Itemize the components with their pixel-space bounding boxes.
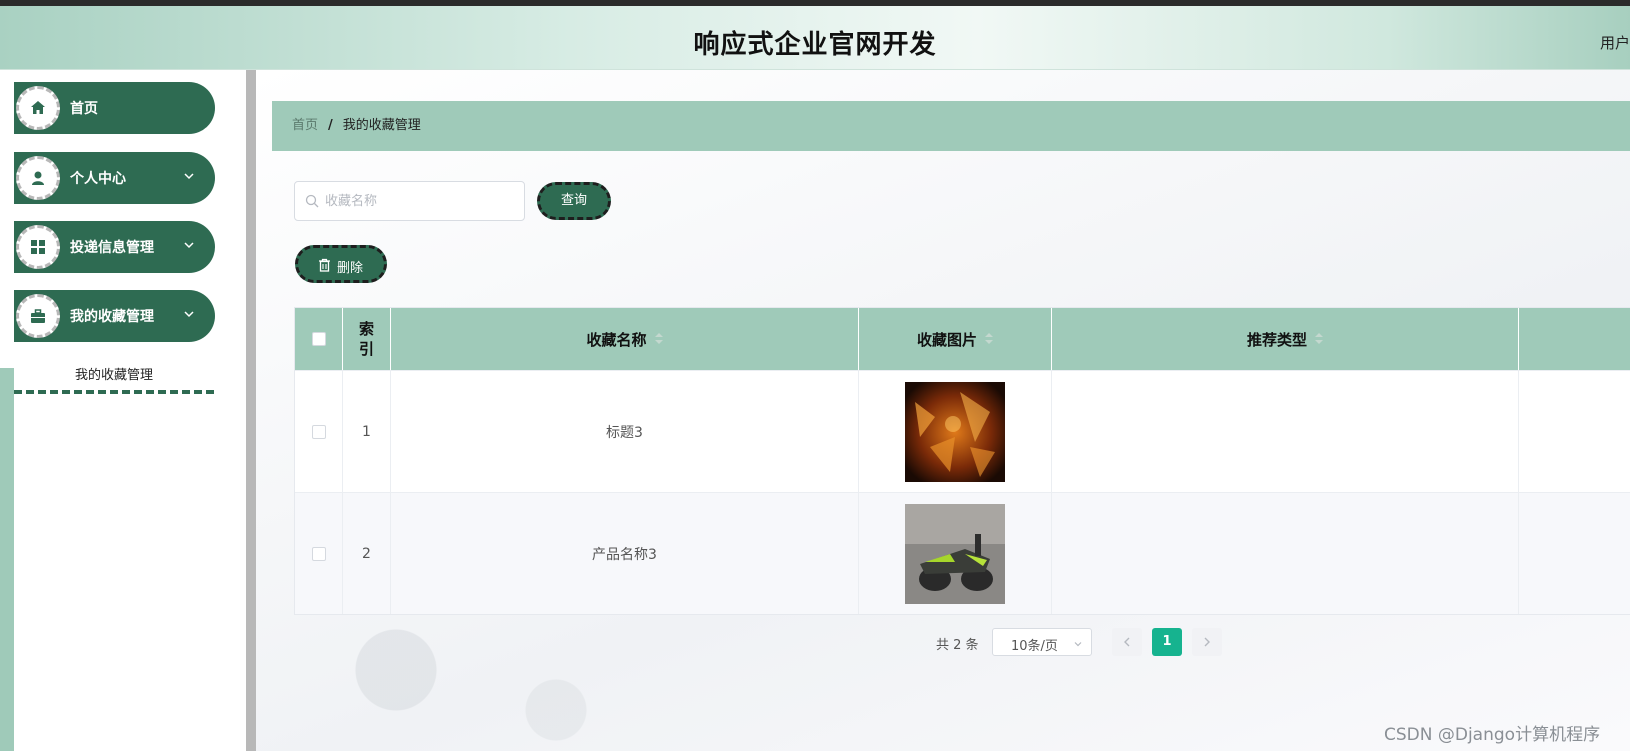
row-index: 2: [343, 493, 391, 614]
next-page-button[interactable]: [1192, 628, 1222, 656]
sidebar-item-label: 投递信息管理: [70, 240, 154, 256]
pagination-total: 共 2 条: [936, 638, 979, 653]
breadcrumb-home[interactable]: 首页: [292, 118, 318, 133]
watermark: CSDN @Django计算机程序: [1384, 725, 1601, 745]
sidebar-item-delivery-info[interactable]: 投递信息管理: [0, 221, 215, 273]
delete-button[interactable]: 删除: [295, 245, 387, 283]
sidebar-item-label: 个人中心: [70, 171, 126, 187]
search-icon: [305, 194, 319, 208]
column-header-more: [1519, 308, 1630, 370]
table-header: 索引 收藏名称 收藏图片 推荐类型: [295, 308, 1630, 370]
sidebar-edge-top: [0, 70, 14, 368]
row-type: [1052, 493, 1519, 614]
briefcase-icon: [16, 294, 60, 338]
page-size-select[interactable]: 10条/页: [992, 628, 1092, 656]
currency-symbols-image[interactable]: [905, 381, 1005, 482]
column-header-label: 收藏图片: [916, 330, 977, 349]
column-header-image[interactable]: 收藏图片: [859, 308, 1052, 370]
chevron-down-icon: [184, 242, 194, 249]
breadcrumb-separator: /: [328, 118, 333, 133]
row-select-cell[interactable]: [295, 371, 343, 492]
sidebar-item-home[interactable]: 首页: [0, 82, 215, 134]
table-row[interactable]: 1 标题3: [295, 370, 1630, 492]
breadcrumb-current: 我的收藏管理: [342, 118, 421, 133]
select-all-checkbox[interactable]: [311, 332, 326, 346]
row-image-cell: [859, 493, 1052, 614]
submenu-item-my-favorites[interactable]: 我的收藏管理: [14, 358, 214, 394]
page-number-current[interactable]: 1: [1152, 628, 1182, 656]
row-type: [1052, 371, 1519, 492]
chevron-right-icon: [1204, 637, 1210, 647]
row-checkbox[interactable]: [311, 424, 326, 439]
row-image-cell: [859, 371, 1052, 492]
chevron-down-icon: [184, 311, 194, 318]
home-icon: [16, 86, 60, 130]
sidebar: 首页 个人中心 投递信息管理 我的收藏管理: [0, 70, 246, 751]
sort-icon[interactable]: [654, 333, 663, 345]
trash-icon: [319, 258, 330, 272]
chevron-left-icon: [1124, 637, 1130, 647]
search-box[interactable]: [294, 181, 525, 221]
row-select-cell[interactable]: [295, 493, 343, 614]
sidebar-item-label: 我的收藏管理: [70, 309, 154, 325]
search-input[interactable]: [325, 190, 515, 212]
breadcrumb: 首页 / 我的收藏管理: [272, 101, 1630, 151]
sort-icon[interactable]: [985, 333, 993, 345]
column-header-label: 推荐类型: [1246, 330, 1307, 349]
prev-page-button[interactable]: [1112, 628, 1142, 656]
column-header-type[interactable]: 推荐类型: [1052, 308, 1519, 370]
row-name: 标题3: [391, 371, 859, 492]
sidebar-item-personal-center[interactable]: 个人中心: [0, 152, 215, 204]
row-checkbox[interactable]: [311, 546, 326, 561]
column-header-name[interactable]: 收藏名称: [391, 308, 859, 370]
sidebar-divider[interactable]: [246, 70, 256, 751]
query-button[interactable]: 查询: [537, 182, 611, 220]
user-menu[interactable]: 用户: [1600, 32, 1630, 53]
sort-icon[interactable]: [1315, 333, 1323, 345]
scooter-image[interactable]: [905, 503, 1005, 604]
sidebar-item-my-favorites[interactable]: 我的收藏管理: [0, 290, 215, 342]
favorites-table: 索引 收藏名称 收藏图片 推荐类型 1 标题3 2 产品名称3: [294, 307, 1630, 615]
user-icon: [16, 156, 60, 200]
grid-icon: [16, 225, 60, 269]
row-name: 产品名称3: [391, 493, 859, 614]
chevron-down-icon: [184, 173, 194, 180]
header: 响应式企业官网开发 用户: [0, 6, 1630, 70]
page-size-value: 10条/页: [1011, 639, 1058, 654]
row-extra-cell: [1519, 493, 1630, 614]
sidebar-item-label: 首页: [70, 101, 98, 117]
column-header-index: 索引: [343, 308, 391, 370]
delete-button-label: 删除: [337, 261, 364, 276]
chevron-down-icon: [1074, 642, 1082, 647]
header-select-all[interactable]: [295, 308, 343, 370]
column-header-label: 收藏名称: [586, 330, 647, 349]
table-row[interactable]: 2 产品名称3: [295, 492, 1630, 614]
site-title: 响应式企业官网开发: [693, 30, 937, 60]
row-index: 1: [343, 371, 391, 492]
row-extra-cell: [1519, 371, 1630, 492]
